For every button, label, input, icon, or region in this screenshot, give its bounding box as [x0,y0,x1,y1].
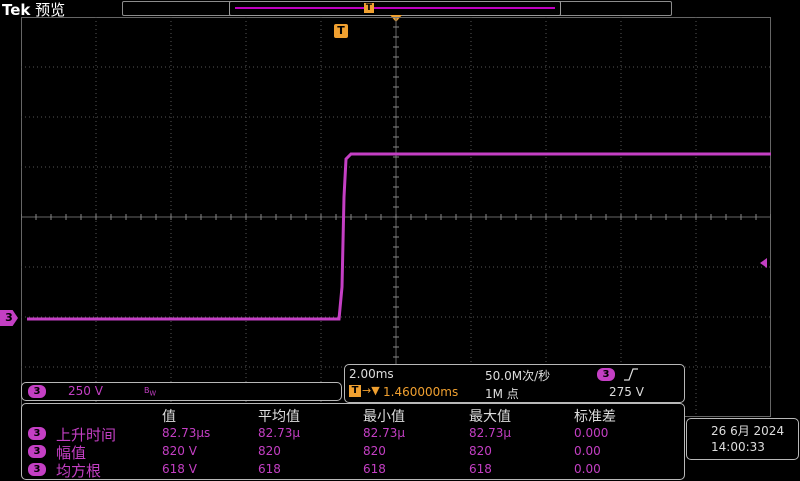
measurement-min: 618 [363,462,386,476]
measurement-value: 820 V [162,444,197,458]
rising-edge-icon [624,368,638,381]
measurement-table[interactable]: 值 平均值 最小值 最大值 标准差 3 上升时间 82.73µs 82.73µ … [21,403,685,480]
channel-badge: 3 [28,385,46,398]
measurement-min: 820 [363,444,386,458]
time-scale: 2.00ms [349,367,394,381]
measurement-mean: 820 [258,444,281,458]
trigger-level-marker[interactable] [760,258,767,268]
header-max: 最大值 [469,409,511,425]
measurement-mean: 618 [258,462,281,476]
measurement-value: 618 V [162,462,197,476]
measurement-max: 618 [469,462,492,476]
header-stddev: 标准差 [574,409,616,425]
measurement-row-amplitude[interactable]: 3 幅值 820 V 820 820 820 0.00 [22,442,682,462]
measurement-stddev: 0.00 [574,444,601,458]
sample-rate: 50.0M次/秒 [485,369,551,383]
channel-scale: 250 V [68,384,103,398]
record-length: 1M 点 [485,387,519,401]
channel-scale-box[interactable]: 3 250 V BW [21,382,342,401]
arrow-delay-icon: →▼ [362,384,380,397]
header-mean: 平均值 [258,409,300,425]
record-trigger-marker: T [364,3,374,13]
measurement-channel-badge: 3 [28,445,46,458]
measurement-row-rise-time[interactable]: 3 上升时间 82.73µs 82.73µ 82.73µ 82.73µ 0.00… [22,424,682,444]
graticule-grid [21,17,771,417]
measurement-channel-badge: 3 [28,427,46,440]
header-min: 最小值 [363,409,405,425]
measurement-mean: 82.73µ [258,426,300,440]
timebase-trigger-box[interactable]: 2.00ms 50.0M次/秒 3 T →▼ 1.460000ms 1M 点 2… [344,364,685,403]
measurement-max: 82.73µ [469,426,511,440]
header-value: 值 [162,409,176,425]
trigger-level: 275 V [609,385,644,399]
measurement-row-rms[interactable]: 3 均方根 618 V 618 618 618 0.00 [22,460,682,480]
measurement-stddev: 0.00 [574,462,601,476]
time-label: 14:00:33 [711,440,765,454]
waveform-display[interactable] [21,17,771,417]
channel-3-ground-marker[interactable]: 3 [0,310,18,326]
trigger-source-badge: 3 [597,368,615,381]
date-label: 26 6月 2024 [711,424,785,438]
measurement-min: 82.73µ [363,426,405,440]
measurement-channel-badge: 3 [28,463,46,476]
measurement-value: 82.73µs [162,426,211,440]
record-waveform-overview [235,7,555,9]
trigger-position-t-icon: T [349,385,361,397]
measurement-max: 820 [469,444,492,458]
datetime-box[interactable]: 26 6月 2024 14:00:33 [686,418,799,460]
horizontal-position: 1.460000ms [383,385,459,399]
measurement-name: 均方根 [56,462,102,480]
measurement-stddev: 0.000 [574,426,609,440]
bandwidth-limit-icon: BW [144,386,157,398]
